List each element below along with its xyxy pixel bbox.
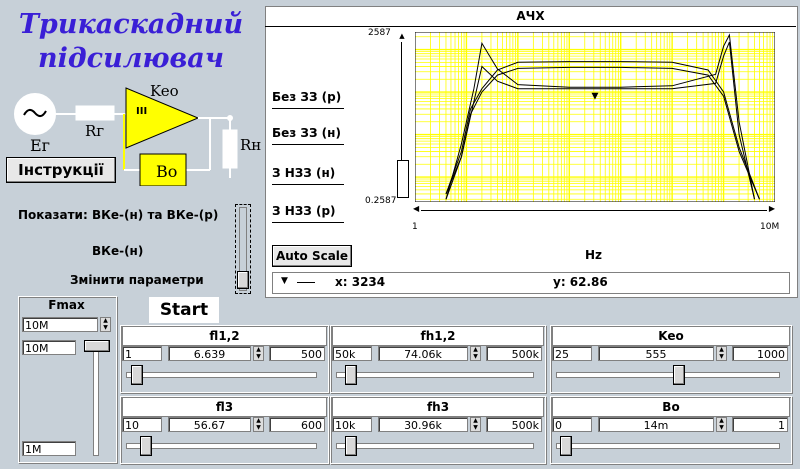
cursor-line-icon <box>297 282 315 283</box>
slider-max-3[interactable]: 600 <box>269 417 325 432</box>
slider-thumb-0[interactable] <box>131 365 144 385</box>
cursor-y: y: 62.86 <box>553 275 608 289</box>
cursor-marker-icon: ▼ <box>281 276 288 286</box>
curve-button-3[interactable]: З НЗЗ (н) <box>272 166 344 185</box>
start-button[interactable]: Start <box>148 296 220 324</box>
vke-slider-track[interactable] <box>235 204 251 294</box>
instructions-button[interactable]: Інструкції <box>6 157 116 183</box>
fmax-slider-track[interactable] <box>93 342 99 456</box>
slider-max-1[interactable]: 500k <box>486 346 542 361</box>
slider-track-1[interactable] <box>336 372 534 378</box>
slider-thumb-1[interactable] <box>345 365 358 385</box>
slider-value-5[interactable]: 14m <box>598 417 714 432</box>
slider-max-4[interactable]: 500k <box>486 417 542 432</box>
slider-spinner-0[interactable]: ▲ ▼ <box>253 346 264 361</box>
x-axis-label: Hz <box>585 248 603 262</box>
slider-title-0: fl1,2 <box>122 326 327 346</box>
slider-value-2[interactable]: 555 <box>598 346 714 361</box>
slider-value-4[interactable]: 30.96k <box>378 417 468 432</box>
slider-spinner-5[interactable]: ▲ ▼ <box>716 417 727 432</box>
slider-thumb-2[interactable] <box>672 365 685 385</box>
slider-spinner-4[interactable]: ▲ ▼ <box>470 417 481 432</box>
bo-label: Bo <box>156 162 178 181</box>
scroll-right-icon[interactable]: ▶ <box>769 204 775 213</box>
auto-scale-button[interactable]: Auto Scale <box>272 245 352 267</box>
fmax-spinner[interactable]: ▲ ▼ <box>100 317 111 332</box>
y-max-label: 2587 <box>368 28 391 38</box>
slider-title-4: fh3 <box>332 397 544 417</box>
slider-track-3[interactable] <box>126 443 317 449</box>
rg-label: Rг <box>85 122 105 140</box>
rn-label: Rн <box>240 136 262 154</box>
slider-max-2[interactable]: 1000 <box>732 346 788 361</box>
curve-button-1[interactable]: Без ЗЗ (р) <box>272 90 344 109</box>
fmax-label: Fmax <box>48 298 85 312</box>
slider-value-0[interactable]: 6.639 <box>168 346 251 361</box>
slider-track-4[interactable] <box>336 443 534 449</box>
x-scrollbar[interactable]: ◀ ▶ <box>413 204 775 216</box>
stage-label: III <box>136 106 148 117</box>
slider-value-1[interactable]: 74.06k <box>378 346 468 361</box>
frequency-response-plot: ▼ <box>415 32 775 202</box>
cursor-readout: ▼ x: 3234 y: 62.86 <box>272 272 790 294</box>
x-max-label: 10M <box>760 222 780 232</box>
slider-thumb-4[interactable] <box>345 436 358 456</box>
keo-label: Keo <box>150 82 179 100</box>
slider-title-1: fh1,2 <box>332 326 544 346</box>
slider-track-0[interactable] <box>126 372 317 378</box>
cursor-marker: ▼ <box>592 92 599 102</box>
title-line-2: підсилювач <box>37 43 225 74</box>
slider-max-5[interactable]: 1 <box>732 417 788 432</box>
slider-track-2[interactable] <box>556 372 780 378</box>
vke-label: ВКе-(н) <box>92 244 144 258</box>
slider-min-2[interactable]: 25 <box>552 346 592 361</box>
eg-label: Eг <box>30 136 51 155</box>
show-label: Показати: ВКе-(н) та ВКе-(р) <box>18 208 219 222</box>
slider-track-5[interactable] <box>556 443 780 449</box>
curve-button-4[interactable]: З НЗЗ (р) <box>272 204 344 223</box>
rg-resistor <box>75 105 115 121</box>
slider-spinner-3[interactable]: ▲ ▼ <box>253 417 264 432</box>
slider-title-5: Bo <box>552 397 790 417</box>
slider-thumb-3[interactable] <box>140 436 153 456</box>
scroll-left-icon[interactable]: ◀ <box>413 204 419 213</box>
vke-slider-thumb[interactable] <box>237 271 249 289</box>
slider-thumb-5[interactable] <box>560 436 573 456</box>
y-scroll-thumb[interactable] <box>397 160 409 198</box>
fmax-slider-thumb[interactable] <box>84 340 110 352</box>
fmax-top-value: 10M <box>22 340 76 355</box>
y-scrollbar[interactable]: ▲ <box>397 32 409 202</box>
scroll-up-icon[interactable]: ▲ <box>397 32 407 42</box>
chart-title: АЧХ <box>265 6 796 27</box>
slider-min-0[interactable]: 1 <box>122 346 162 361</box>
cursor-x: x: 3234 <box>335 275 386 289</box>
slider-title-3: fl3 <box>122 397 327 417</box>
slider-min-4[interactable]: 10k <box>332 417 372 432</box>
slider-max-0[interactable]: 500 <box>269 346 325 361</box>
curve-button-2[interactable]: Без ЗЗ (н) <box>272 126 344 145</box>
fmax-field[interactable]: 10M <box>22 317 98 332</box>
slider-min-3[interactable]: 10 <box>122 417 162 432</box>
title-line-1: Трикаскадний <box>18 9 244 40</box>
slider-spinner-2[interactable]: ▲ ▼ <box>716 346 727 361</box>
slider-value-3[interactable]: 56.67 <box>168 417 251 432</box>
slider-min-5[interactable]: 0 <box>552 417 592 432</box>
slider-spinner-1[interactable]: ▲ ▼ <box>470 346 481 361</box>
slider-title-2: Keo <box>552 326 790 346</box>
y-min-label: 0.2587 <box>365 196 397 206</box>
change-params-label: Змінити параметри <box>70 273 204 287</box>
slider-min-1[interactable]: 50k <box>332 346 372 361</box>
rn-resistor <box>222 129 238 169</box>
fmax-bottom-value: 1M <box>22 441 76 456</box>
x-min-label: 1 <box>412 222 418 232</box>
